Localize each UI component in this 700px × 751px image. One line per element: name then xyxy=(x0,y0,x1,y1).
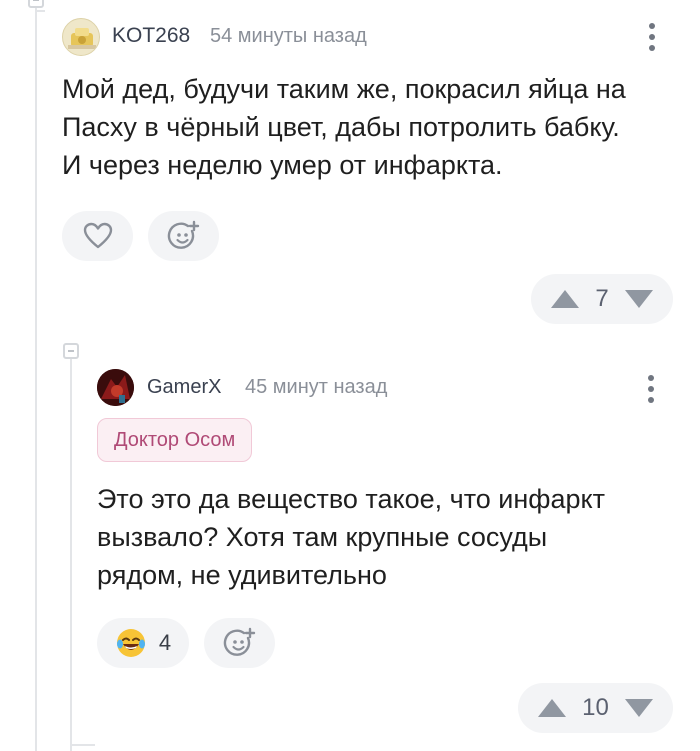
rating-count: 10 xyxy=(582,694,609,721)
timestamp[interactable]: 45 минут назад xyxy=(245,376,387,399)
timestamp[interactable]: 54 минуты назад xyxy=(210,25,367,48)
triangle-up-icon[interactable] xyxy=(536,697,568,719)
thread-line-reply xyxy=(70,359,72,751)
comment-text: Мой дед, будучи таким же, покрасил яйца … xyxy=(62,70,626,184)
triangle-up-icon[interactable] xyxy=(549,288,581,310)
kebab-menu-icon[interactable] xyxy=(649,23,655,56)
reaction-count: 4 xyxy=(158,630,172,655)
add-emoji-icon xyxy=(223,627,255,656)
like-button[interactable] xyxy=(62,211,133,261)
comment-line: И через неделю умер от инфаркта. xyxy=(62,150,503,180)
thread-line-root xyxy=(35,0,37,751)
avatar-image xyxy=(68,28,96,49)
add-reaction-button[interactable] xyxy=(204,618,275,668)
add-emoji-icon xyxy=(167,220,199,249)
comment-line: Пасху в чёрный цвет, дабы потролить бабк… xyxy=(62,112,620,142)
comment-line: Это это да вещество такое, что инфаркт xyxy=(97,484,606,514)
collapse-thread-button-root[interactable] xyxy=(28,0,44,8)
rating-count: 7 xyxy=(595,285,609,312)
username[interactable]: GamerX xyxy=(147,376,221,399)
avatar[interactable] xyxy=(97,369,134,406)
avatar[interactable] xyxy=(62,18,100,56)
reaction-button[interactable]: 4 xyxy=(97,618,189,668)
avatar-image xyxy=(97,369,134,406)
triangle-down-icon[interactable] xyxy=(623,697,655,719)
rating-control: 10 xyxy=(518,683,673,733)
kebab-menu-icon[interactable] xyxy=(648,375,654,408)
comment-text: Это это да вещество такое, что инфаркт в… xyxy=(97,480,605,594)
laughing-tears-emoji-icon xyxy=(116,629,145,657)
thread-connector-bottom xyxy=(70,744,95,746)
comment-line: Мой дед, будучи таким же, покрасил яйца … xyxy=(62,74,626,104)
heart-icon xyxy=(83,222,112,249)
add-reaction-button[interactable] xyxy=(148,211,219,261)
comment-line: вызвало? Хотя там крупные сосуды xyxy=(97,522,548,552)
user-badge[interactable]: Доктор Осом xyxy=(97,418,253,462)
comment-line: рядом, не удивительно xyxy=(97,560,387,590)
thread-connector-top xyxy=(35,10,45,12)
collapse-thread-button-reply[interactable] xyxy=(63,343,79,359)
triangle-down-icon[interactable] xyxy=(623,288,655,310)
username[interactable]: KOT268 xyxy=(112,24,190,48)
rating-control: 7 xyxy=(531,274,673,324)
